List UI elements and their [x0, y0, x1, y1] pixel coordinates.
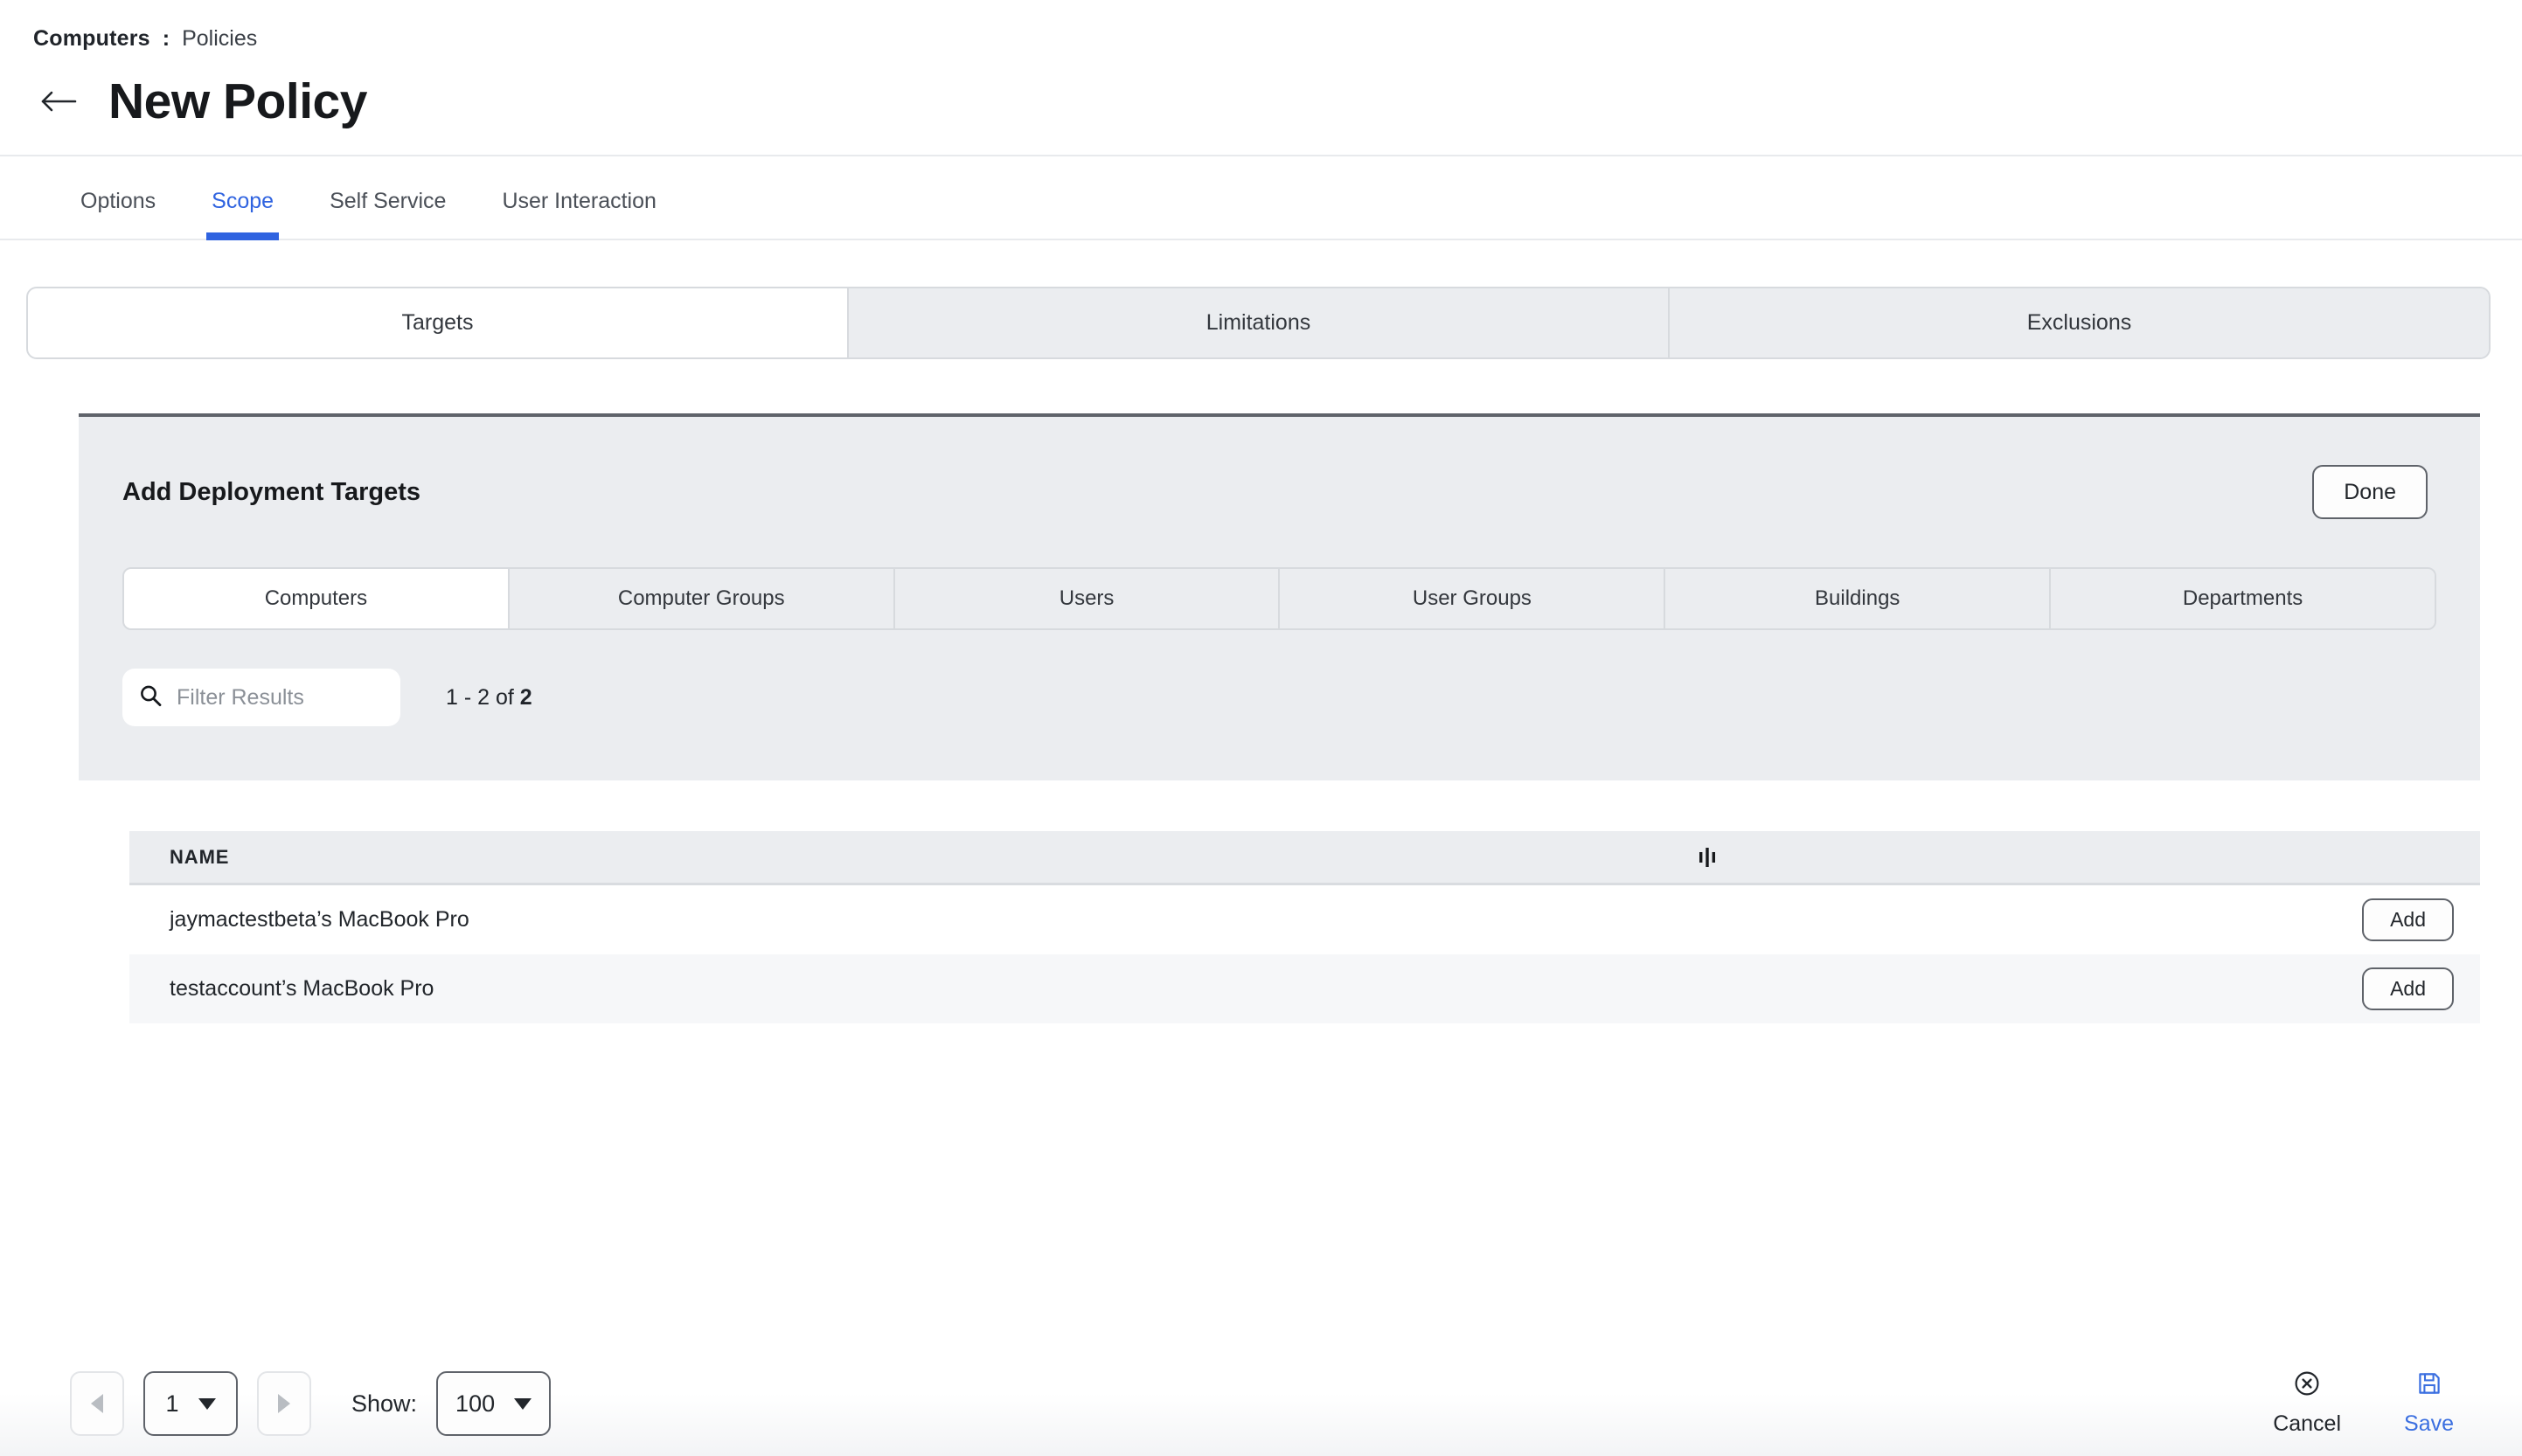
segment-targets[interactable]: Targets	[28, 288, 847, 357]
page-size-value: 100	[455, 1390, 496, 1417]
floppy-disk-icon	[2416, 1370, 2442, 1403]
next-page-button[interactable]	[257, 1371, 311, 1436]
panel-title: Add Deployment Targets	[122, 477, 421, 506]
search-input[interactable]	[175, 683, 385, 711]
add-deployment-targets-panel: Add Deployment Targets Done Computers Co…	[79, 413, 2480, 780]
table-row[interactable]: jaymactestbeta’s MacBook Pro Add	[129, 885, 2480, 954]
row-name: jaymactestbeta’s MacBook Pro	[170, 907, 469, 932]
segment-exclusions[interactable]: Exclusions	[1668, 288, 2489, 357]
targets-table: NAME jaymactestbeta’s MacBook Pro Add te…	[129, 831, 2480, 1023]
page-size-select[interactable]: 100	[436, 1371, 552, 1436]
breadcrumb-separator: :	[162, 26, 170, 51]
search-box[interactable]	[122, 669, 400, 726]
filter-row: 1 - 2 of 2	[79, 630, 2480, 780]
row-name: testaccount’s MacBook Pro	[170, 976, 434, 1001]
triangle-left-icon	[91, 1394, 103, 1413]
triangle-right-icon	[278, 1394, 290, 1413]
search-icon	[138, 683, 163, 712]
previous-page-button[interactable]	[70, 1371, 124, 1436]
footer-bar: 1 Show: 100 Cancel Save	[0, 1351, 2522, 1456]
circle-x-icon	[2294, 1370, 2320, 1403]
policy-tabs: Options Scope Self Service User Interact…	[0, 156, 2522, 240]
tab-self-service[interactable]: Self Service	[302, 189, 474, 239]
segment-limitations[interactable]: Limitations	[847, 288, 1668, 357]
result-count: 1 - 2 of 2	[446, 685, 532, 711]
breadcrumb-current: Computers	[33, 26, 150, 51]
scope-segmented-wrap: Targets Limitations Exclusions	[0, 240, 2522, 359]
tab-options[interactable]: Options	[52, 189, 184, 239]
target-tab-computer-groups[interactable]: Computer Groups	[507, 569, 893, 628]
footer-actions: Cancel Save	[2273, 1370, 2496, 1437]
table-header-row: NAME	[129, 831, 2480, 885]
target-type-segmented-wrap: Computers Computer Groups Users User Gro…	[79, 519, 2480, 630]
pagination: 1 Show: 100	[70, 1371, 552, 1436]
chevron-down-icon	[198, 1397, 216, 1410]
target-type-segmented-control: Computers Computer Groups Users User Gro…	[122, 567, 2436, 630]
table-row[interactable]: testaccount’s MacBook Pro Add	[129, 954, 2480, 1023]
done-button[interactable]: Done	[2312, 465, 2428, 519]
add-target-button[interactable]: Add	[2362, 898, 2454, 941]
page-header: New Policy	[0, 52, 2522, 135]
cancel-button[interactable]: Cancel	[2273, 1370, 2341, 1437]
panel-header: Add Deployment Targets Done	[79, 417, 2480, 519]
column-resize-icon[interactable]	[1694, 846, 1720, 869]
page-number-value: 1	[165, 1390, 179, 1417]
chevron-down-icon	[514, 1397, 532, 1410]
breadcrumb-link-policies[interactable]: Policies	[182, 26, 257, 52]
tab-scope[interactable]: Scope	[184, 189, 302, 240]
add-target-button[interactable]: Add	[2362, 967, 2454, 1010]
page-number-select[interactable]: 1	[143, 1371, 238, 1436]
breadcrumb: Computers : Policies	[0, 0, 2522, 52]
save-label: Save	[2404, 1411, 2454, 1436]
cancel-label: Cancel	[2273, 1411, 2342, 1436]
scope-segmented-control: Targets Limitations Exclusions	[26, 287, 2491, 359]
target-tab-users[interactable]: Users	[893, 569, 1279, 628]
result-count-range: 1 - 2 of	[446, 684, 520, 710]
tab-user-interaction[interactable]: User Interaction	[474, 189, 684, 239]
page-title: New Policy	[108, 73, 367, 129]
target-tab-computers[interactable]: Computers	[124, 569, 508, 628]
result-count-total: 2	[519, 684, 532, 710]
show-label: Show:	[351, 1390, 418, 1417]
target-tab-buildings[interactable]: Buildings	[1664, 569, 2050, 628]
save-button[interactable]: Save	[2404, 1370, 2454, 1437]
target-tab-user-groups[interactable]: User Groups	[1278, 569, 1664, 628]
target-tab-departments[interactable]: Departments	[2049, 569, 2435, 628]
column-header-name: NAME	[170, 845, 230, 868]
arrow-left-icon[interactable]	[38, 81, 79, 121]
